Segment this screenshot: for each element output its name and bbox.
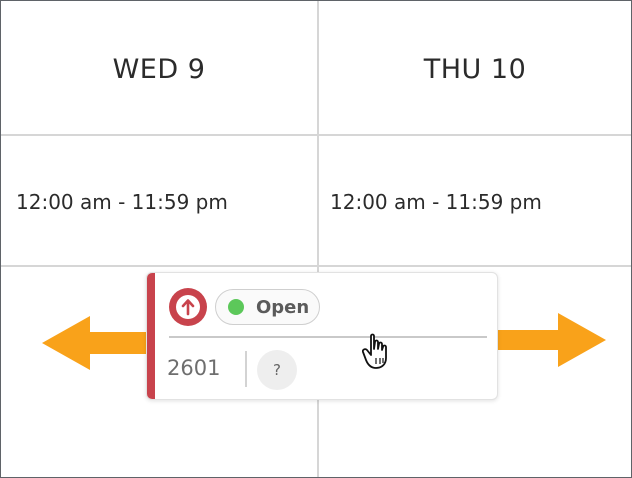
unassigned-avatar[interactable]: ? xyxy=(257,350,297,390)
avatar-placeholder: ? xyxy=(273,361,281,379)
status-badge[interactable]: Open xyxy=(215,289,321,325)
availability-cell-wed[interactable]: 12:00 am - 11:59 pm xyxy=(16,137,306,267)
availability-hours: 12:00 am - 11:59 pm xyxy=(330,190,542,214)
day-header-label: THU 10 xyxy=(423,53,527,85)
status-dot-icon xyxy=(228,299,244,315)
availability-hours: 12:00 am - 11:59 pm xyxy=(16,190,228,214)
arrow-right-icon xyxy=(498,313,606,367)
calendar-week-view: WED 9 THU 10 12:00 am - 11:59 pm 12:00 a… xyxy=(0,0,632,478)
arrow-left-icon xyxy=(42,316,150,370)
vertical-separator xyxy=(245,351,247,387)
hand-pointer-icon xyxy=(362,333,387,369)
arrow-up-circle-icon xyxy=(169,288,207,326)
shift-card[interactable]: Open 2601 ? xyxy=(146,272,498,400)
day-header-thu[interactable]: THU 10 xyxy=(319,3,631,135)
card-divider xyxy=(169,336,487,338)
day-header-wed[interactable]: WED 9 xyxy=(1,3,317,135)
shift-number: 2601 xyxy=(167,356,221,380)
availability-cell-thu[interactable]: 12:00 am - 11:59 pm xyxy=(330,137,620,267)
card-accent-bar xyxy=(147,273,155,399)
day-header-label: WED 9 xyxy=(112,53,206,85)
status-label: Open xyxy=(256,296,310,318)
